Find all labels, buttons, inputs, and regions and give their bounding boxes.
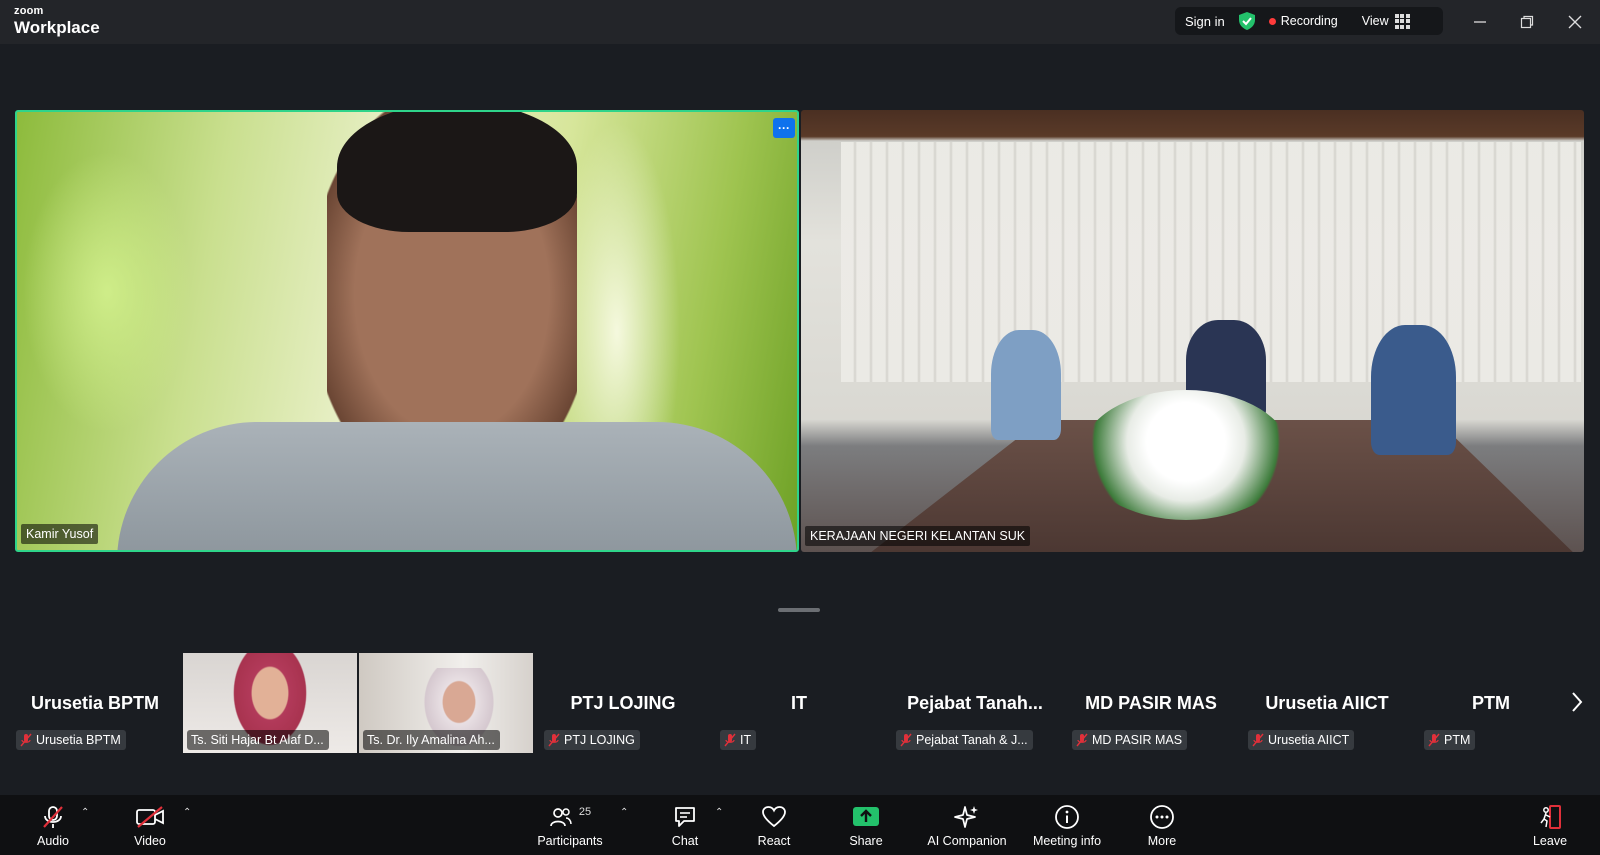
meeting-toolbar: Audio ⌃ Video ⌃ 25 Participants ⌃ Chat ⌃… — [0, 795, 1600, 855]
brand-big: Workplace — [14, 18, 100, 37]
participants-options-chevron-icon[interactable]: ⌃ — [620, 807, 628, 818]
gallery-display-name: PTM — [1472, 693, 1510, 713]
audio-button[interactable]: Audio — [32, 795, 74, 855]
more-button[interactable]: More — [1142, 795, 1182, 855]
share-label: Share — [849, 834, 883, 848]
title-bar: zoom Workplace Sign in Recording View — [0, 0, 1600, 44]
more-label: More — [1147, 834, 1177, 848]
ai-companion-label: AI Companion — [927, 834, 1007, 848]
gallery-tile[interactable]: Urusetia AIICT Urusetia AIICT — [1240, 653, 1414, 753]
chat-button[interactable]: Chat — [664, 795, 706, 855]
gallery-display-name: Urusetia BPTM — [30, 693, 160, 713]
view-button[interactable]: View — [1361, 13, 1410, 29]
mic-muted-icon — [548, 733, 560, 747]
gallery-strip: Urusetia BPTM Urusetia BPTM Ts. Siti Haj… — [0, 653, 1600, 753]
gallery-name-label: Urusetia AIICT — [1248, 730, 1355, 750]
gallery-tile[interactable]: MD PASIR MAS MD PASIR MAS — [1064, 653, 1238, 753]
mic-muted-icon — [1252, 733, 1264, 747]
recording-indicator[interactable]: Recording — [1268, 14, 1338, 28]
leave-door-icon — [1537, 804, 1563, 830]
zoom-logo: zoom Workplace — [14, 5, 100, 37]
resize-handle[interactable] — [778, 608, 820, 612]
mic-muted-icon — [724, 733, 736, 747]
gallery-display-name: PTJ LOJING — [570, 693, 676, 713]
recording-dot-icon — [1268, 17, 1276, 25]
encryption-shield-icon[interactable] — [1238, 12, 1255, 30]
gallery-name-label: PTJ LOJING — [544, 730, 640, 750]
restore-window-icon[interactable] — [1515, 10, 1539, 34]
mic-muted-icon — [1428, 733, 1440, 747]
audio-label: Audio — [37, 834, 69, 848]
gallery-name-label: Pejabat Tanah & J... — [896, 730, 1033, 750]
speaker-video-feed — [117, 112, 797, 550]
meeting-info-button[interactable]: Meeting info — [1028, 795, 1106, 855]
gallery-tile[interactable]: PTJ LOJING PTJ LOJING — [536, 653, 710, 753]
gallery-video-tile[interactable]: Ts. Siti Hajar Bt Alaf D... — [183, 653, 357, 753]
leave-label: Leave — [1532, 834, 1568, 848]
video-button[interactable]: Video — [128, 795, 172, 855]
gallery-name-label: PTM — [1424, 730, 1476, 750]
sign-in-button[interactable]: Sign in — [1185, 14, 1225, 29]
mic-muted-icon — [20, 733, 32, 747]
video-off-icon — [135, 804, 165, 830]
active-speaker-video-tile[interactable]: ··· Kamir Yusof — [15, 110, 799, 552]
participants-label: Participants — [537, 834, 603, 848]
participants-icon — [549, 806, 573, 828]
chat-label: Chat — [671, 834, 699, 848]
participants-button[interactable]: 25 Participants — [530, 795, 610, 855]
recording-label: Recording — [1280, 14, 1338, 28]
video-options-button[interactable]: ··· — [773, 118, 795, 138]
brand-small: zoom — [14, 5, 44, 17]
gallery-tile[interactable]: IT IT — [712, 653, 886, 753]
mic-muted-icon — [40, 804, 66, 830]
meeting-info-label: Meeting info — [1032, 834, 1102, 848]
participant-name-label: Kamir Yusof — [21, 524, 99, 544]
more-options-icon — [1149, 804, 1175, 830]
grid-view-icon — [1394, 13, 1410, 29]
react-button[interactable]: React — [754, 795, 794, 855]
video-label: Video — [134, 834, 166, 848]
share-screen-icon — [852, 804, 880, 830]
minimize-window-icon[interactable] — [1468, 10, 1492, 34]
info-icon — [1054, 804, 1080, 830]
chat-options-chevron-icon[interactable]: ⌃ — [715, 807, 723, 818]
participants-count: 25 — [578, 806, 592, 818]
gallery-display-name: Urusetia AIICT — [1265, 693, 1389, 713]
gallery-name-label: IT — [720, 730, 757, 750]
gallery-display-name: MD PASIR MAS — [1085, 693, 1217, 713]
video-options-chevron-icon[interactable]: ⌃ — [183, 807, 191, 818]
gallery-display-name: Pejabat Tanah... — [907, 693, 1043, 713]
gallery-tile[interactable]: Urusetia BPTM Urusetia BPTM — [8, 653, 182, 753]
share-button[interactable]: Share — [846, 795, 886, 855]
heart-icon — [761, 804, 787, 830]
gallery-next-page-icon[interactable] — [1570, 691, 1584, 718]
gallery-name-label: Ts. Siti Hajar Bt Alaf D... — [187, 730, 329, 750]
leave-button[interactable]: Leave — [1530, 795, 1570, 855]
participant-name-label: KERAJAAN NEGERI KELANTAN SUK — [805, 526, 1031, 546]
gallery-tile[interactable]: Pejabat Tanah... Pejabat Tanah & J... — [888, 653, 1062, 753]
gallery-display-name: IT — [791, 693, 807, 713]
view-label: View — [1361, 14, 1389, 28]
gallery-video-tile[interactable]: Ts. Dr. Ily Amalina Ah... — [359, 653, 533, 753]
mic-muted-icon — [900, 733, 912, 747]
meeting-status-pill: Sign in Recording View — [1175, 7, 1443, 35]
gallery-name-label: Ts. Dr. Ily Amalina Ah... — [363, 730, 500, 750]
gallery-name-label: Urusetia BPTM — [16, 730, 126, 750]
room-video-tile[interactable]: KERAJAAN NEGERI KELANTAN SUK — [801, 110, 1584, 552]
gallery-name-label: MD PASIR MAS — [1072, 730, 1188, 750]
sparkle-icon — [954, 804, 980, 830]
close-window-icon[interactable] — [1563, 10, 1587, 34]
chat-icon — [672, 804, 698, 830]
ai-companion-button[interactable]: AI Companion — [922, 795, 1012, 855]
audio-options-chevron-icon[interactable]: ⌃ — [81, 807, 89, 818]
mic-muted-icon — [1076, 733, 1088, 747]
react-label: React — [757, 834, 791, 848]
gallery-tile[interactable]: PTM PTM — [1416, 653, 1566, 753]
